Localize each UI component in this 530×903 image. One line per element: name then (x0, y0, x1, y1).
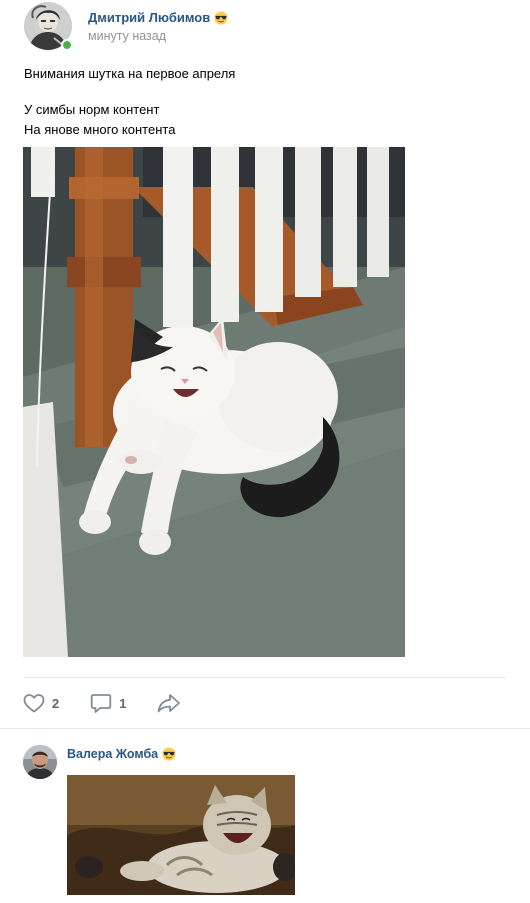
share-arrow-icon (158, 694, 181, 713)
comment-photo[interactable] (67, 775, 295, 895)
post-text-blank-line (24, 84, 504, 100)
post-text-line-1: Внимания шутка на первое апреля (24, 66, 236, 81)
post-author: Дмитрий Любимов (88, 10, 228, 25)
post-text-line-3: У симбы норм контент (24, 102, 160, 117)
comment-count: 1 (119, 695, 127, 711)
commenter-avatar-image (23, 745, 57, 779)
cat-photo-image (23, 147, 405, 657)
wall-post-card: Дмитрий Любимов минуту назад Внимания шу… (0, 0, 530, 903)
post-text-line-4: На янове много контента (24, 122, 176, 137)
comment-button[interactable]: 1 (89, 691, 126, 715)
sunglasses-emoji-icon (214, 10, 228, 25)
post-text: Внимания шутка на первое апреля У симбы … (24, 64, 504, 140)
commenter-name-link[interactable]: Валера Жомба (67, 747, 158, 761)
post-actions: 2 1 (22, 690, 202, 716)
post-photo[interactable] (23, 147, 405, 657)
comment-cat-image (67, 775, 295, 895)
comment-bubble-icon (91, 694, 112, 713)
share-button[interactable] (156, 691, 182, 715)
sunglasses-emoji-icon (162, 747, 176, 761)
actions-divider (24, 677, 506, 678)
like-count: 2 (52, 695, 60, 711)
like-button[interactable]: 2 (22, 691, 59, 715)
post-header: Дмитрий Любимов минуту назад (24, 2, 530, 51)
heart-icon (23, 694, 45, 713)
comment-author: Валера Жомба (67, 747, 176, 761)
comments-divider (0, 728, 530, 729)
commenter-avatar[interactable] (23, 745, 57, 779)
author-name-link[interactable]: Дмитрий Любимов (88, 10, 210, 25)
online-indicator (61, 39, 73, 51)
post-time[interactable]: минуту назад (88, 29, 166, 43)
